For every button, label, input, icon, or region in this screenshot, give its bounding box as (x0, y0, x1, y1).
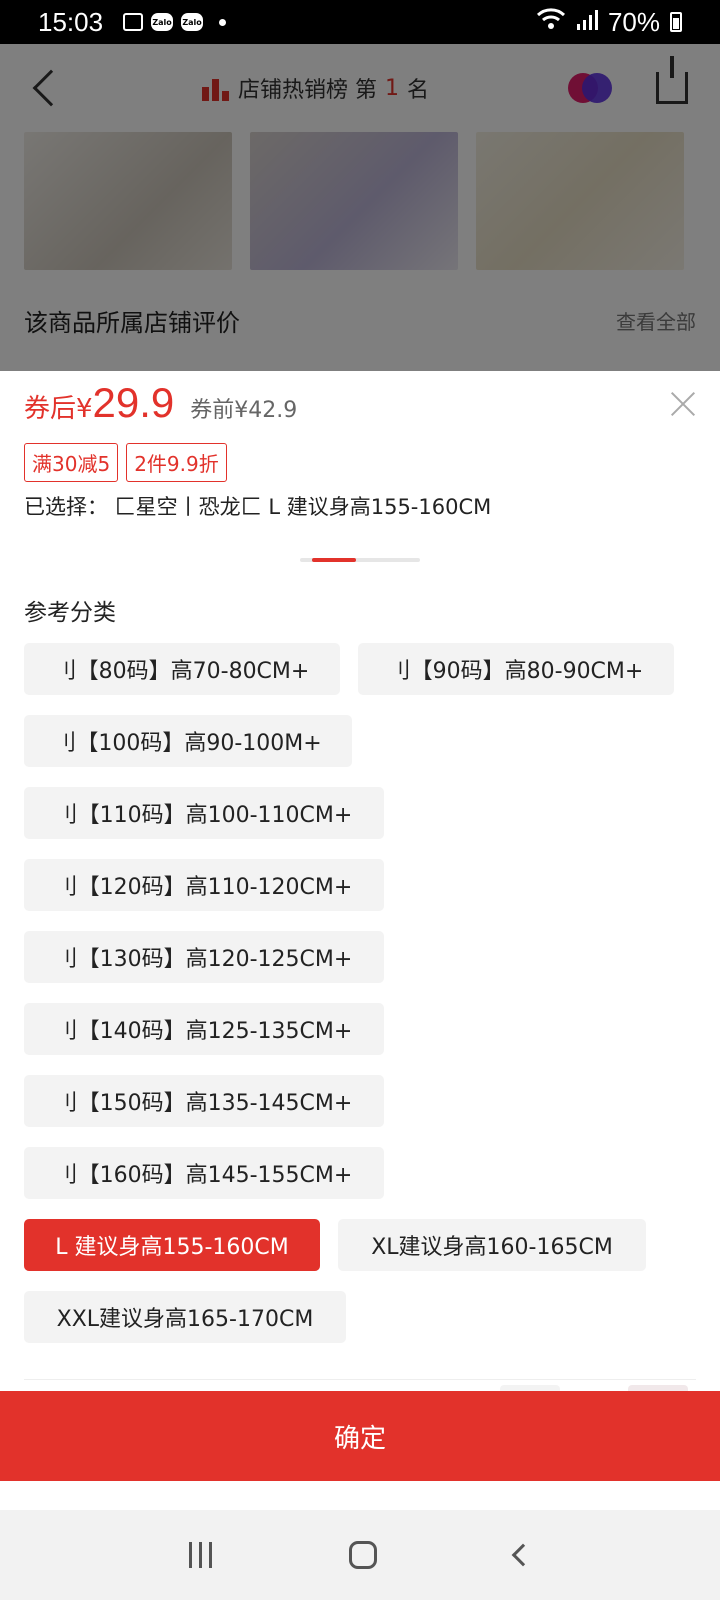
option-150[interactable]: 刂【150码】高135-145CM+ (24, 1075, 384, 1127)
status-right: 70% (536, 7, 682, 38)
modal-overlay[interactable] (0, 44, 720, 371)
page-indicator (300, 558, 420, 562)
option-80[interactable]: 刂【80码】高70-80CM+ (24, 643, 340, 695)
original-price: 券前¥42.9 (190, 398, 298, 423)
option-140[interactable]: 刂【140码】高125-135CM+ (24, 1003, 384, 1055)
close-icon[interactable] (670, 391, 696, 417)
option-90[interactable]: 刂【90码】高80-90CM+ (358, 643, 674, 695)
divider (24, 1379, 696, 1380)
status-time: 15:03 (38, 6, 104, 37)
option-l[interactable]: L 建议身高155-160CM (24, 1219, 320, 1271)
selected-sku-text: 已选择： 匚星空丨恐龙匚 L 建议身高155-160CM (24, 495, 492, 519)
option-100[interactable]: 刂【100码】高90-100M+ (24, 715, 352, 767)
price-row: 券后¥ 29.9 券前¥42.9 (24, 379, 297, 427)
zalo-icon: Zalo (181, 13, 204, 31)
confirm-button[interactable]: 确定 (0, 1391, 720, 1481)
option-120[interactable]: 刂【120码】高110-120CM+ (24, 859, 384, 911)
recent-apps-icon[interactable] (188, 1542, 212, 1568)
system-back-icon[interactable] (511, 1543, 535, 1567)
sku-selection-sheet: 券后¥ 29.9 券前¥42.9 满30减5 2件9.9折 已选择： 匚星空丨恐… (0, 371, 720, 1600)
option-160[interactable]: 刂【160码】高145-155CM+ (24, 1147, 384, 1199)
promo-tags: 满30减5 2件9.9折 (24, 443, 227, 482)
notification-icons: Zalo Zalo (123, 13, 227, 31)
section-title: 参考分类 (24, 600, 116, 626)
signal-icon (576, 7, 598, 38)
home-icon[interactable] (349, 1541, 378, 1569)
promo-tag: 满30减5 (24, 443, 119, 482)
zalo-icon: Zalo (151, 13, 174, 31)
more-notifications-icon (219, 18, 227, 26)
system-nav-bar (0, 1510, 720, 1600)
image-icon (123, 13, 144, 31)
option-xxl[interactable]: XXL建议身高165-170CM (24, 1291, 346, 1343)
promo-tag: 2件9.9折 (126, 443, 227, 482)
option-110[interactable]: 刂【110码】高100-110CM+ (24, 787, 384, 839)
status-bar: 15:03 Zalo Zalo 70% (0, 0, 720, 44)
wifi-icon (536, 7, 566, 38)
option-xl[interactable]: XL建议身高160-165CM (338, 1219, 646, 1271)
price-value: 29.9 (92, 379, 175, 426)
option-130[interactable]: 刂【130码】高120-125CM+ (24, 931, 384, 983)
battery-percent: 70% (607, 6, 660, 37)
battery-icon (670, 12, 682, 32)
price-label: 券后¥ (24, 394, 93, 424)
